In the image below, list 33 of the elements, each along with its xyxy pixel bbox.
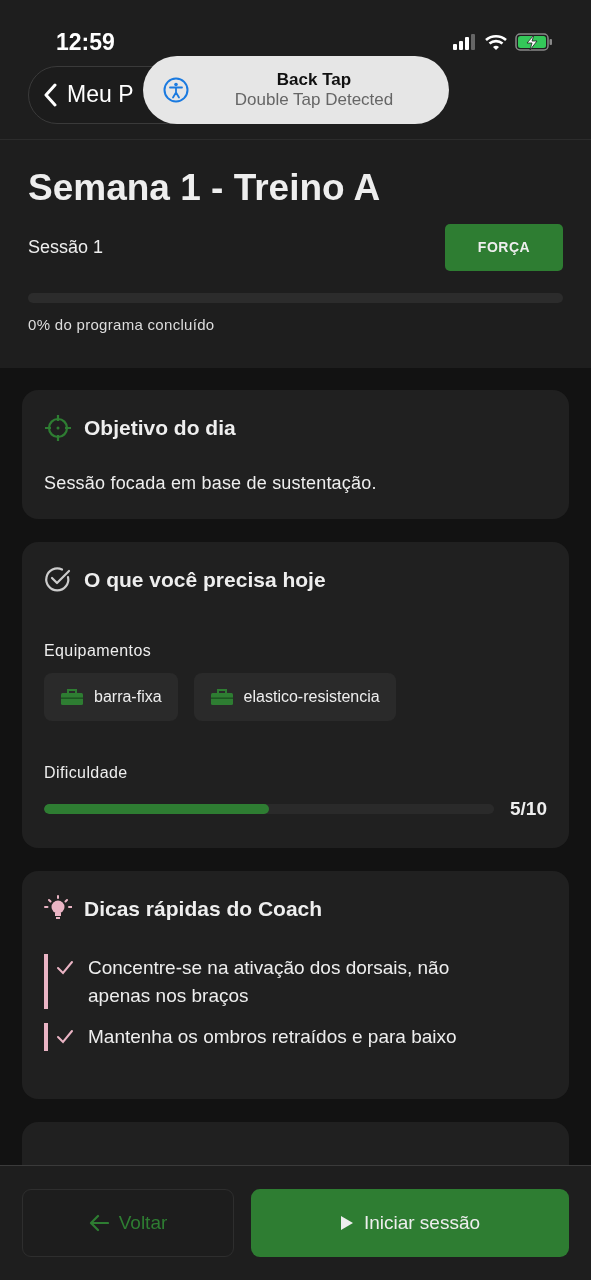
arrow-left-icon <box>88 1214 109 1232</box>
accessibility-icon <box>163 77 189 103</box>
toast-subtitle: Double Tap Detected <box>233 90 395 111</box>
status-time: 12:59 <box>56 27 115 57</box>
progress-caption: 0% do programa concluído <box>28 315 216 336</box>
battery-icon <box>515 33 553 51</box>
back-button[interactable]: Voltar <box>22 1189 234 1257</box>
card-text: Sessão focada em base de sustentação. <box>44 471 378 495</box>
card-title: O que você precisa hoje <box>84 566 326 593</box>
tip-text: Mantenha os ombros retraídos e para baixo <box>88 1025 457 1050</box>
equipment-label: elastico-resistencia <box>243 687 380 707</box>
card-title: Dicas rápidas do Coach <box>84 895 323 922</box>
page-title: Semana 1 - Treino A <box>28 166 382 210</box>
wifi-icon <box>485 34 507 50</box>
equipment-label: barra-fixa <box>94 687 162 707</box>
difficulty-reading: 5/10 <box>510 797 547 821</box>
signal-icon <box>453 34 477 50</box>
toolbox-icon <box>209 688 234 706</box>
session-label: Sessão 1 <box>28 236 104 260</box>
section-label: Dificuldade <box>44 763 129 783</box>
back-chevron-icon <box>43 82 57 107</box>
category-badge: FORÇA <box>445 224 563 272</box>
play-icon <box>339 1215 354 1231</box>
check-icon <box>56 960 74 976</box>
start-session-button[interactable]: Iniciar sessão <box>251 1189 569 1257</box>
card-title: Objetivo do dia <box>84 415 236 441</box>
toolbox-icon <box>60 688 84 706</box>
section-label: Equipamentos <box>44 641 153 661</box>
check-icon <box>56 1029 74 1046</box>
check-circle-icon <box>44 565 72 594</box>
target-icon <box>44 413 72 442</box>
tip-text: Concentre-se na ativação dos dorsais, não apenas nos braços <box>88 956 451 1008</box>
toast-title: Back Tap <box>275 69 353 90</box>
